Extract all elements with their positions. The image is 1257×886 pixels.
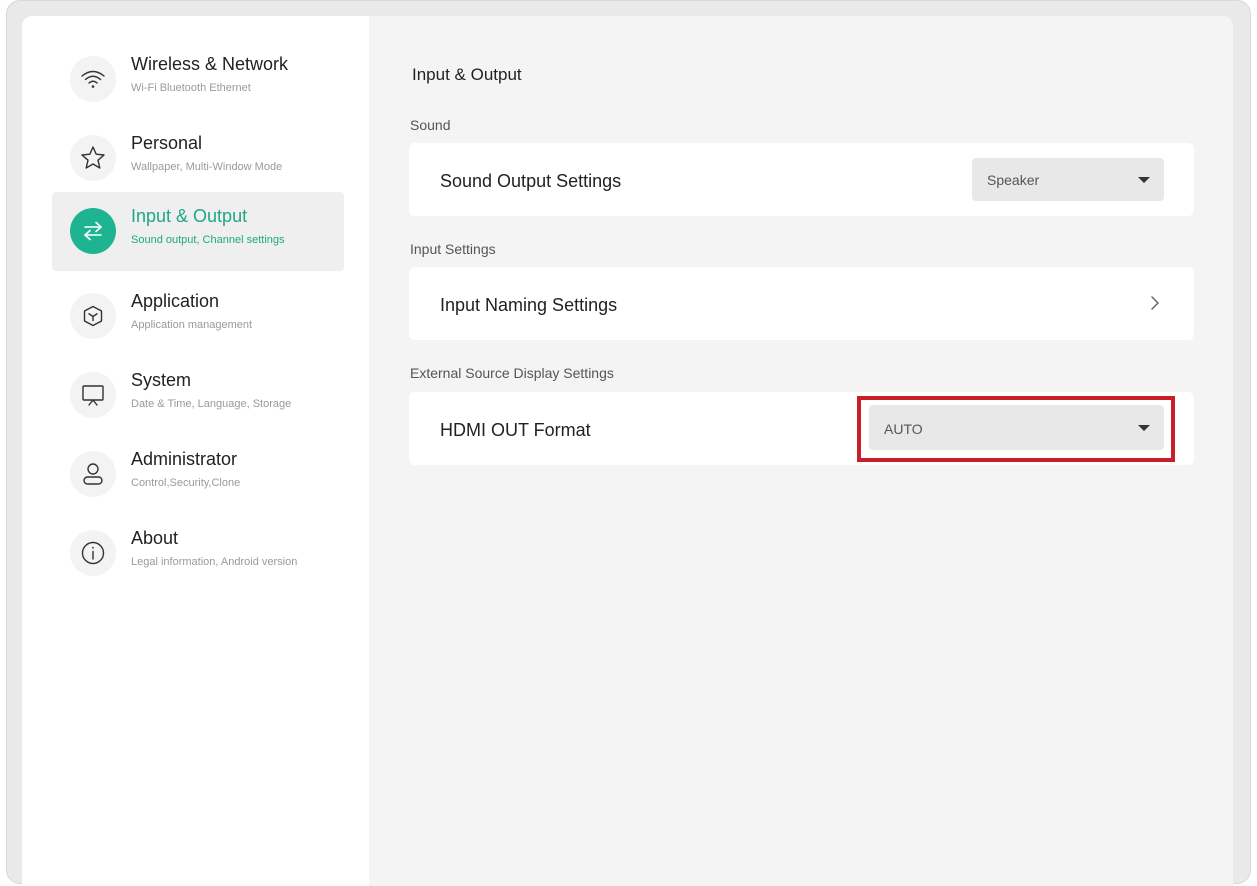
sidebar-item-title: Input & Output [131,206,248,226]
sidebar-item-title: About [131,528,179,548]
sound-output-dropdown[interactable]: Speaker [972,158,1164,201]
info-icon [70,530,116,576]
user-icon [70,451,116,497]
sidebar-item-subtitle: Date & Time, Language, Storage [131,398,292,410]
sidebar-item-title: Wireless & Network [131,54,289,74]
sidebar-item-title: Administrator [131,449,238,469]
dropdown-value: AUTO [884,421,923,437]
sidebar-item-administrator[interactable]: Administrator Control,Security,Clone [52,435,344,514]
section-label-sound: Sound [410,117,451,133]
settings-sidebar: Wireless & Network Wi-Fi Bluetooth Ether… [22,16,369,886]
wifi-icon [70,56,116,102]
dropdown-value: Speaker [987,172,1040,188]
row-label: Sound Output Settings [440,171,622,191]
sidebar-item-subtitle: Legal information, Android version [131,556,298,568]
sidebar-item-application[interactable]: Application Application management [52,277,344,356]
page-title: Input & Output [412,65,522,84]
hdmi-out-format-row: HDMI OUT Format AUTO [409,392,1194,465]
row-label: HDMI OUT Format [440,420,591,440]
caret-down-icon [1138,177,1150,183]
sidebar-item-subtitle: Control,Security,Clone [131,477,241,489]
star-icon [70,135,116,181]
sidebar-item-wireless-network[interactable]: Wireless & Network Wi-Fi Bluetooth Ether… [52,40,344,119]
sidebar-item-subtitle: Wi-Fi Bluetooth Ethernet [131,82,251,94]
sidebar-item-title: Personal [131,133,203,153]
monitor-icon [70,372,116,418]
sidebar-item-title: System [131,370,192,390]
section-label-input-settings: Input Settings [410,241,496,257]
section-label-external-source: External Source Display Settings [410,365,614,381]
sidebar-item-title: Application [131,291,220,311]
sidebar-item-about[interactable]: About Legal information, Android version [52,514,344,593]
caret-down-icon [1138,425,1150,431]
sidebar-item-input-output[interactable]: Input & Output Sound output, Channel set… [52,192,344,271]
sidebar-item-personal[interactable]: Personal Wallpaper, Multi-Window Mode [52,119,344,198]
sidebar-item-subtitle: Wallpaper, Multi-Window Mode [131,161,283,173]
sidebar-item-system[interactable]: System Date & Time, Language, Storage [52,356,344,435]
sidebar-item-subtitle: Sound output, Channel settings [131,234,285,246]
input-naming-settings-row[interactable]: Input Naming Settings [409,267,1194,340]
settings-content: Input & Output Sound Sound Output Settin… [369,16,1233,886]
row-label: Input Naming Settings [440,295,618,315]
hdmi-out-format-dropdown[interactable]: AUTO [869,405,1164,450]
sidebar-item-subtitle: Application management [131,319,253,331]
swap-arrows-icon [70,208,116,254]
chevron-right-icon [1151,296,1159,310]
cube-icon [70,293,116,339]
sound-output-settings-row: Sound Output Settings Speaker [409,143,1194,216]
